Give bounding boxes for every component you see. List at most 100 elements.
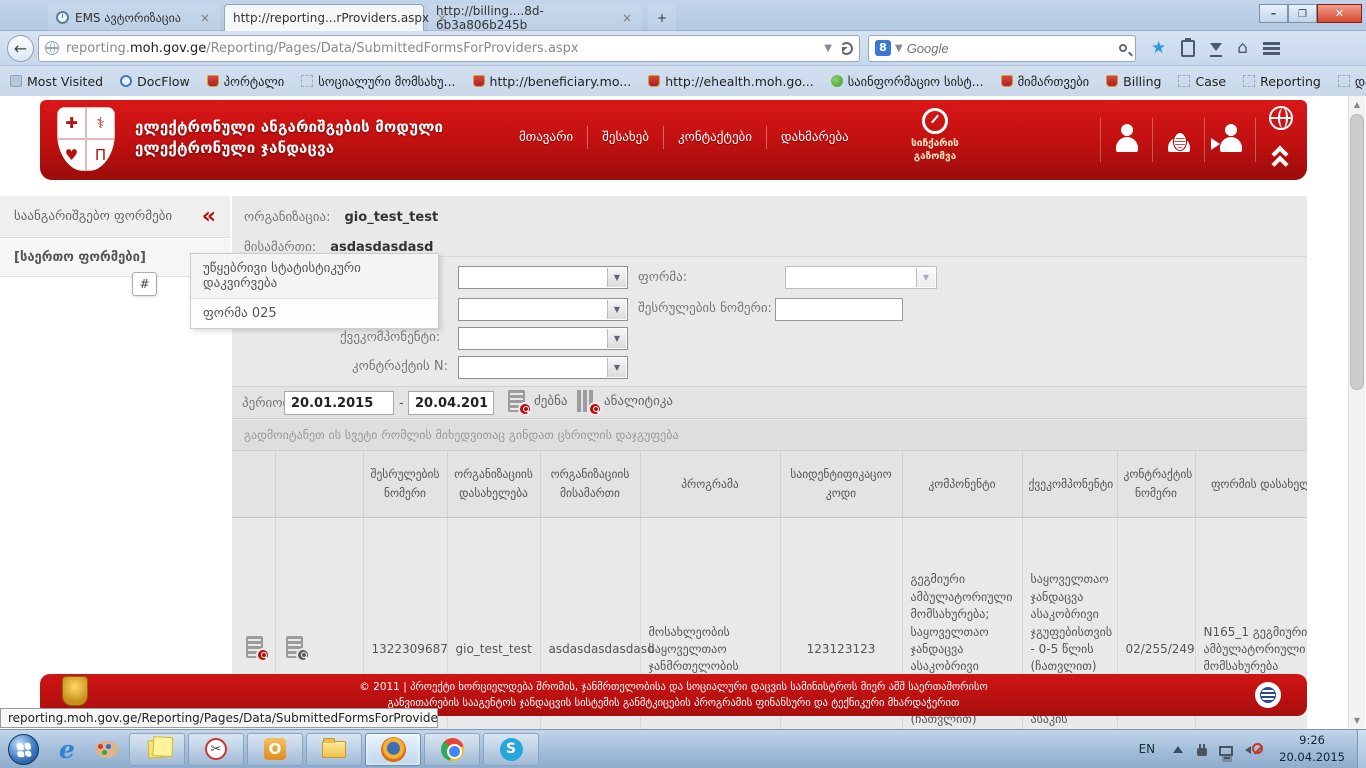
contract-select[interactable]: ▼ xyxy=(458,356,628,379)
search-button[interactable]: ძებნა xyxy=(508,390,568,412)
bookmark-billing[interactable]: Billing xyxy=(1106,74,1161,89)
profile-button[interactable] xyxy=(1100,118,1152,162)
bookmark-ehealth[interactable]: http://ehealth.moh.go... xyxy=(648,74,814,89)
bookmark-star-icon[interactable]: ★ xyxy=(1151,38,1166,58)
analytics-button[interactable]: ანალიტიკა xyxy=(577,390,673,412)
date-to-input[interactable] xyxy=(408,391,494,415)
new-tab-button[interactable]: + xyxy=(648,4,676,31)
tab-ems[interactable]: EMS ავტორიზაცია × xyxy=(48,4,220,31)
col-component[interactable]: კომპონენტი xyxy=(902,451,1022,517)
nav-help[interactable]: დახმარება xyxy=(767,126,863,149)
bookmark-attendance[interactable]: დასწრების კონტრო... xyxy=(1338,74,1366,89)
nav-home[interactable]: მთავარი xyxy=(505,126,588,149)
nav-contacts[interactable]: კონტაქტები xyxy=(664,126,767,149)
reload-icon[interactable] xyxy=(840,42,853,55)
minimize-button[interactable] xyxy=(1259,4,1288,23)
tab-close-icon[interactable]: × xyxy=(198,11,212,25)
search-input[interactable] xyxy=(907,41,1119,56)
scrollbar-thumb[interactable] xyxy=(1350,114,1364,390)
chevron-down-icon: ▼ xyxy=(916,268,935,287)
taskbar-clock[interactable]: 9:26 20.04.2015 xyxy=(1267,732,1357,767)
hash-button[interactable]: # xyxy=(132,272,157,296)
scroll-up-icon[interactable]: ▲ xyxy=(1349,96,1365,113)
collapse-header-icon[interactable] xyxy=(1271,146,1291,170)
georgia-coat-of-arms-icon xyxy=(62,676,88,706)
collapse-sidebar-icon[interactable]: « xyxy=(202,207,216,227)
menu-item-form-025[interactable]: ფორმა 025 xyxy=(191,299,438,328)
bookmark-docflow[interactable]: DocFlow xyxy=(120,74,190,89)
taskbar-skype-button[interactable]: S xyxy=(483,733,539,766)
taskbar-ie-button[interactable]: e xyxy=(49,733,85,765)
language-globe-icon[interactable] xyxy=(1269,106,1293,130)
taskbar-explorer-button[interactable] xyxy=(306,733,362,766)
downloads-icon[interactable] xyxy=(1210,43,1222,57)
tab-reporting[interactable]: http://reporting...rProviders.aspx × xyxy=(224,4,424,31)
component-select[interactable]: ▼ xyxy=(458,298,628,321)
edit-badge-icon xyxy=(296,648,310,662)
usaid-seal-icon xyxy=(1255,682,1281,708)
nav-about[interactable]: შესახებ xyxy=(588,126,664,149)
engine-dropdown-icon[interactable]: ▼ xyxy=(895,43,903,54)
google-engine-icon[interactable]: 8 xyxy=(875,40,891,56)
program-select[interactable]: ▼ xyxy=(458,266,628,289)
col-subcomponent[interactable]: ქვეკომპონენტი xyxy=(1022,451,1117,517)
url-dropdown-icon[interactable]: ▼ xyxy=(824,43,832,54)
bookmark-case[interactable]: Case xyxy=(1178,74,1226,89)
hamburger-menu-icon[interactable] xyxy=(1263,42,1280,55)
bookmark-reporting[interactable]: Reporting xyxy=(1243,74,1321,89)
taskbar-firefox-button[interactable] xyxy=(365,733,421,766)
col-form-name[interactable]: ფორმის დასახელება xyxy=(1195,451,1307,517)
col-execution-number[interactable]: შესრულების ნომერი xyxy=(363,451,447,517)
form-select[interactable]: ▼ xyxy=(785,266,937,289)
home-icon[interactable]: ⌂ xyxy=(1237,38,1248,58)
site-identity-icon[interactable] xyxy=(45,41,59,55)
col-org-address[interactable]: ორგანიზაციის მისამართი xyxy=(540,451,640,517)
muted-speaker-icon[interactable] xyxy=(1245,742,1261,758)
col-id-code[interactable]: საიდენტიფიკაციო კოდი xyxy=(780,451,902,517)
show-desktop-button[interactable] xyxy=(1357,730,1366,768)
tray-expand-icon[interactable] xyxy=(1173,741,1183,753)
col-org-name[interactable]: ორგანიზაციის დასახელება xyxy=(447,451,540,517)
bookmark-most-visited[interactable]: Most Visited xyxy=(10,74,103,89)
maximize-button[interactable] xyxy=(1288,4,1317,23)
bookmark-portal[interactable]: პორტალი xyxy=(207,74,284,89)
url-bar[interactable]: reporting. moh.gov.ge /Reporting/Pages/D… xyxy=(38,35,860,62)
taskbar-chrome-button[interactable] xyxy=(424,733,480,766)
bookmark-social[interactable]: სოციალური მომსახუ... xyxy=(301,74,455,89)
bookmark-beneficiary[interactable]: http://beneficiary.mo... xyxy=(473,74,632,89)
user-list-button[interactable] xyxy=(1152,118,1204,162)
network-icon[interactable] xyxy=(1219,746,1233,756)
taskbar-sticky-notes-button[interactable] xyxy=(129,733,185,766)
search-box[interactable]: 8 ▼ xyxy=(868,35,1136,62)
col-program[interactable]: პროგრამა xyxy=(640,451,780,517)
scroll-down-icon[interactable]: ▼ xyxy=(1349,712,1365,729)
view-form-icon[interactable] xyxy=(246,636,263,658)
logout-button[interactable] xyxy=(1204,118,1256,162)
start-button[interactable] xyxy=(8,734,39,765)
bookmark-infosystem[interactable]: საინფორმაციო სისტ... xyxy=(831,74,984,89)
subcomponent-select[interactable]: ▼ xyxy=(458,327,628,350)
language-indicator[interactable]: EN xyxy=(1129,742,1166,756)
menu-item-statistical-observation[interactable]: უწყებრივი სტატისტიკური დაკვირვება xyxy=(191,254,438,299)
url-path: /Reporting/Pages/Data/SubmittedFormsForP… xyxy=(206,41,578,56)
tab-billing[interactable]: http://billing....8d-6b3a806b245b × xyxy=(428,4,642,31)
search-icon[interactable] xyxy=(1119,44,1127,52)
outlook-icon: O xyxy=(264,738,286,760)
edit-form-icon[interactable] xyxy=(286,636,303,658)
back-button[interactable]: ← xyxy=(7,35,34,62)
taskbar-outlook-button[interactable]: O xyxy=(247,733,303,766)
bookmark-referrals[interactable]: მიმართვები xyxy=(1001,74,1090,89)
taskbar-snipping-tool-button[interactable]: ✂ xyxy=(188,733,244,766)
tab-close-icon[interactable]: × xyxy=(620,11,634,25)
speed-test-button[interactable]: სიჩქარის გაზომვა xyxy=(895,108,975,163)
contract-label: კონტრაქტის N: xyxy=(352,359,448,374)
bookmarks-panel-icon[interactable] xyxy=(1181,40,1195,57)
execution-number-input[interactable] xyxy=(775,298,903,321)
page-scrollbar[interactable]: ▲ ▼ xyxy=(1348,96,1365,729)
power-plug-icon[interactable] xyxy=(1197,748,1207,756)
date-from-input[interactable] xyxy=(284,391,394,415)
scissors-icon: ✂ xyxy=(205,738,227,760)
close-button[interactable] xyxy=(1317,4,1362,23)
taskbar-paint-button[interactable] xyxy=(89,733,125,765)
col-contract-number[interactable]: კონტრაქტის ნომერი xyxy=(1117,451,1195,517)
